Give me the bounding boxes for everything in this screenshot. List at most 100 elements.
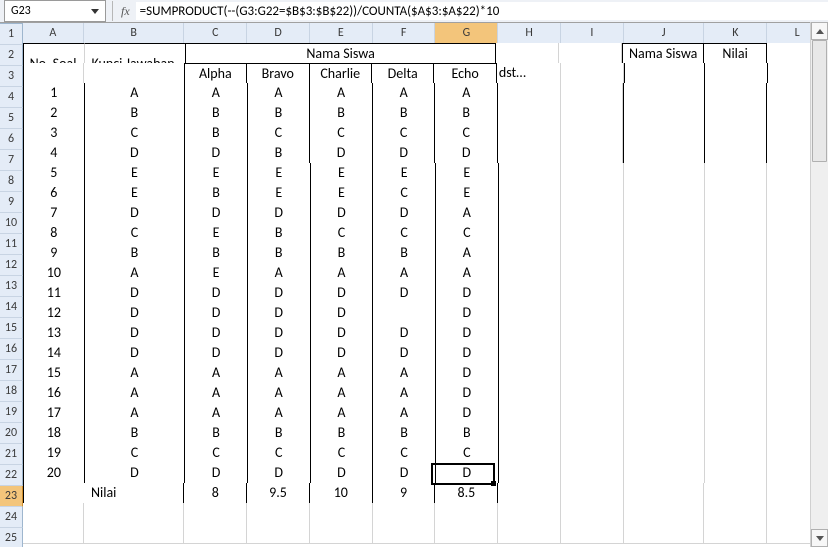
- cell-ans-18-0[interactable]: B: [185, 423, 248, 444]
- cell[interactable]: [499, 403, 562, 424]
- scroll-down-button[interactable]: [811, 529, 828, 547]
- cell-kunci-18[interactable]: B: [85, 423, 186, 444]
- cell-ans-12-0[interactable]: D: [185, 303, 248, 324]
- cell-F24[interactable]: [373, 503, 436, 524]
- cell[interactable]: [624, 323, 705, 344]
- cell-ans-7-0[interactable]: D: [185, 203, 248, 224]
- cell-kunci-5[interactable]: E: [85, 163, 186, 184]
- cell[interactable]: [561, 403, 624, 424]
- cell-ans-7-1[interactable]: D: [248, 203, 311, 224]
- cell-ans-15-1[interactable]: A: [248, 363, 311, 384]
- cell[interactable]: [499, 363, 562, 384]
- cell[interactable]: [498, 143, 561, 164]
- cell-ans-8-2[interactable]: C: [311, 223, 374, 244]
- cell-C24[interactable]: [184, 503, 247, 524]
- cell-ans-14-1[interactable]: D: [248, 343, 311, 364]
- cell[interactable]: [705, 163, 768, 184]
- cell[interactable]: [705, 283, 768, 304]
- cell-I2[interactable]: [561, 63, 623, 84]
- cell-ans-15-2[interactable]: A: [311, 363, 374, 384]
- cell-ans-20-1[interactable]: D: [248, 463, 311, 484]
- cell-ans-13-4[interactable]: D: [436, 323, 499, 344]
- cell-ans-17-3[interactable]: A: [373, 403, 436, 424]
- cell-no-19[interactable]: 19: [23, 443, 85, 464]
- cell-ans-3-3[interactable]: C: [373, 123, 436, 144]
- cell[interactable]: [499, 303, 562, 324]
- row-head-1[interactable]: 1: [0, 24, 23, 45]
- cell-K6[interactable]: [705, 143, 768, 164]
- cell-ans-10-2[interactable]: A: [311, 263, 374, 284]
- cell-ans-8-3[interactable]: C: [373, 223, 436, 244]
- cell-ans-11-4[interactable]: D: [436, 283, 499, 304]
- cell-ans-7-2[interactable]: D: [311, 203, 374, 224]
- cell-ans-10-0[interactable]: E: [185, 263, 248, 284]
- cell-score-1[interactable]: 9.5: [247, 483, 310, 504]
- cell[interactable]: [561, 223, 624, 244]
- row-head-14[interactable]: 14: [0, 297, 23, 318]
- cell-ans-2-4[interactable]: B: [435, 103, 498, 124]
- cell[interactable]: [705, 243, 768, 264]
- cell[interactable]: [561, 383, 624, 404]
- cell-no-2[interactable]: 2: [23, 103, 85, 124]
- cell-kunci-13[interactable]: D: [85, 323, 186, 344]
- cell-kunci-16[interactable]: A: [85, 383, 186, 404]
- header-student-3[interactable]: Delta: [372, 63, 434, 85]
- cell[interactable]: [624, 263, 705, 284]
- row-head-22[interactable]: 22: [0, 465, 23, 486]
- cell-ans-12-4[interactable]: D: [436, 303, 499, 324]
- cell[interactable]: [704, 483, 767, 504]
- cell-ans-1-1[interactable]: A: [248, 83, 311, 104]
- cell-ans-18-4[interactable]: B: [436, 423, 499, 444]
- col-head-I[interactable]: I: [561, 23, 624, 44]
- col-head-K[interactable]: K: [704, 23, 767, 44]
- cell-ans-19-1[interactable]: C: [248, 443, 311, 464]
- cell-ans-5-0[interactable]: E: [185, 163, 248, 184]
- cell[interactable]: [624, 283, 705, 304]
- cell[interactable]: [624, 363, 705, 384]
- cell[interactable]: [705, 363, 768, 384]
- cell[interactable]: [561, 483, 624, 504]
- row-head-21[interactable]: 21: [0, 444, 23, 465]
- cell[interactable]: [499, 223, 562, 244]
- cell-D25[interactable]: [247, 523, 310, 544]
- cell-no-10[interactable]: 10: [23, 263, 85, 284]
- cell-kunci-2[interactable]: B: [85, 103, 185, 124]
- cell[interactable]: [499, 463, 562, 484]
- cell[interactable]: [624, 243, 705, 264]
- cell[interactable]: [499, 263, 562, 284]
- cell-kunci-1[interactable]: A: [85, 83, 185, 104]
- cell[interactable]: [705, 443, 768, 464]
- cell[interactable]: [705, 383, 768, 404]
- row-head-3[interactable]: 3: [0, 66, 23, 87]
- cell-K2[interactable]: [705, 63, 767, 84]
- row-head-5[interactable]: 5: [0, 108, 23, 129]
- cell-E25[interactable]: [310, 523, 373, 544]
- cell-ans-13-1[interactable]: D: [248, 323, 311, 344]
- cell-J5[interactable]: [623, 123, 705, 144]
- cell-ans-20-4[interactable]: D: [436, 463, 499, 484]
- row-head-9[interactable]: 9: [0, 192, 23, 213]
- cell-no-17[interactable]: 17: [23, 403, 85, 424]
- cell-ans-4-2[interactable]: D: [310, 143, 373, 164]
- cell[interactable]: [498, 83, 561, 104]
- cell-no-6[interactable]: 6: [23, 183, 85, 204]
- cell-ans-4-3[interactable]: D: [373, 143, 436, 164]
- cell-score-3[interactable]: 9: [373, 483, 436, 504]
- row-head-25[interactable]: 25: [0, 528, 23, 547]
- cell[interactable]: [705, 263, 768, 284]
- cell-no-11[interactable]: 11: [23, 283, 85, 304]
- cell-ans-11-0[interactable]: D: [185, 283, 248, 304]
- cell-ans-11-3[interactable]: D: [373, 283, 436, 304]
- cell-kunci-3[interactable]: C: [85, 123, 185, 144]
- cell-ans-2-3[interactable]: B: [373, 103, 436, 124]
- header-nama-siswa2[interactable]: Nama Siswa: [622, 43, 704, 65]
- col-head-E[interactable]: E: [310, 23, 373, 44]
- cell-ans-3-2[interactable]: C: [310, 123, 373, 144]
- cell-ans-9-1[interactable]: B: [248, 243, 311, 264]
- cell-J6[interactable]: [623, 143, 705, 164]
- cell[interactable]: [624, 443, 705, 464]
- cell-ans-4-0[interactable]: D: [185, 143, 248, 164]
- cell[interactable]: [561, 463, 624, 484]
- cell-ans-12-1[interactable]: D: [248, 303, 311, 324]
- col-head-H[interactable]: H: [498, 23, 561, 44]
